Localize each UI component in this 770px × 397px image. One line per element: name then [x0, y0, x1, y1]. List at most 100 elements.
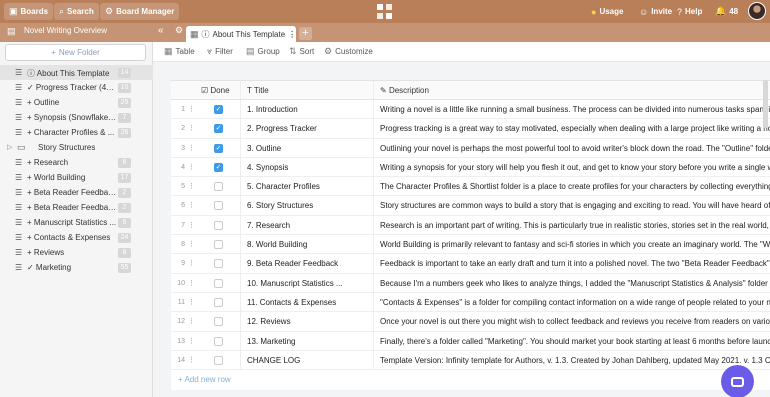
done-checkbox[interactable]	[214, 317, 223, 327]
scrollbar[interactable]	[763, 80, 768, 128]
done-cell[interactable]	[201, 196, 241, 215]
usage-button[interactable]: ● Usage	[586, 3, 628, 20]
table-row[interactable]: 6 ⋮ 6. Story Structures Story structures ar…	[171, 196, 770, 216]
drag-handle-icon[interactable]: ⋮	[188, 357, 195, 364]
done-cell[interactable]	[201, 215, 241, 235]
new-folder-button[interactable]: + New Folder	[5, 44, 146, 61]
chevron-right-icon[interactable]: ▷	[7, 143, 12, 151]
title-cell[interactable]: 13. Marketing	[241, 331, 374, 350]
notifications-button[interactable]: 🔔 48	[710, 3, 743, 20]
table-row[interactable]: 1 ⋮ ✓ 1. Introduction Writing a novel is a l…	[171, 100, 770, 120]
sidebar-item-world-building[interactable]: ☰ + World Building 17	[0, 170, 153, 185]
done-cell[interactable]: ✓	[201, 100, 241, 119]
title-cell[interactable]: 11. Contacts & Expenses	[241, 292, 374, 312]
done-checkbox[interactable]: ✓	[214, 124, 223, 134]
chat-button[interactable]	[721, 365, 754, 397]
group-button[interactable]: ▤ Group	[246, 46, 280, 57]
search-button[interactable]: ⌕ Search	[54, 3, 99, 20]
filter-button[interactable]: ⩔ Filter	[207, 46, 233, 57]
sidebar-item-beta-reader-feedback-1[interactable]: ☰ + Beta Reader Feedback... 2	[0, 185, 153, 200]
tab-about-this-template[interactable]: ▦ ⓘ About This Template ⋮	[186, 26, 296, 42]
sort-button[interactable]: ⇅ Sort	[289, 46, 314, 57]
done-checkbox[interactable]	[214, 201, 223, 211]
done-checkbox[interactable]	[214, 297, 223, 307]
title-cell[interactable]: 12. Reviews	[241, 312, 374, 331]
drag-handle-icon[interactable]: ⋮	[188, 299, 195, 306]
boards-button[interactable]: ▣ Boards	[4, 3, 54, 20]
title-cell[interactable]: 2. Progress Tracker	[241, 119, 374, 138]
table-row[interactable]: 7 ⋮ 7. Research Research is an important pa…	[171, 215, 770, 236]
drag-handle-icon[interactable]: ⋮	[188, 202, 195, 209]
done-checkbox[interactable]	[214, 336, 223, 346]
done-cell[interactable]	[201, 273, 241, 292]
table-row[interactable]: 4 ⋮ ✓ 4. Synopsis Writing a synopsis for you…	[171, 157, 770, 178]
sidebar-item-synopsis[interactable]: ☰ + Synopsis (Snowflake ... 7	[0, 110, 153, 125]
done-cell[interactable]	[201, 292, 241, 312]
drag-handle-icon[interactable]: ⋮	[188, 318, 195, 325]
done-checkbox[interactable]: ✓	[214, 105, 223, 114]
drag-handle-icon[interactable]: ⋮	[188, 106, 195, 113]
board-manager-button[interactable]: ⚙ Board Manager	[100, 3, 180, 20]
done-checkbox[interactable]: ✓	[214, 143, 223, 153]
description-cell[interactable]: Feedback is important to take an early d…	[374, 254, 770, 272]
drag-handle-icon[interactable]: ⋮	[188, 222, 195, 229]
title-cell[interactable]: 8. World Building	[241, 235, 374, 254]
sidebar-item-reviews[interactable]: ☰ + Reviews 8	[0, 245, 153, 260]
add-tab-button[interactable]: +	[299, 27, 312, 40]
description-cell[interactable]: Writing a synopsis for your story will h…	[374, 158, 770, 176]
table-row[interactable]: 12 ⋮ 12. Reviews Once your novel is out the…	[171, 312, 770, 332]
description-cell[interactable]: Story structures are common ways to buil…	[374, 196, 770, 214]
gear-icon[interactable]: ⚙	[175, 25, 183, 36]
drag-handle-icon[interactable]: ⋮	[188, 125, 195, 132]
title-cell[interactable]: 3. Outline	[241, 138, 374, 157]
drag-handle-icon[interactable]: ⋮	[188, 164, 195, 171]
table-row[interactable]: 9 ⋮ 9. Beta Reader Feedback Feedback is imp…	[171, 254, 770, 274]
title-cell[interactable]: 10. Manuscript Statistics ...	[241, 273, 374, 292]
description-cell[interactable]: Research is an important part of writing…	[374, 216, 770, 234]
sidebar-item-outline[interactable]: ☰ + Outline 25	[0, 95, 153, 110]
description-cell[interactable]: Template Version: Infinity template for …	[374, 351, 770, 369]
sidebar-item-story-structures[interactable]: ▷ ▭ Story Structures	[0, 140, 153, 155]
drag-handle-icon[interactable]: ⋮	[188, 241, 195, 248]
table-row[interactable]: 5 ⋮ 5. Character Profiles The Character Pro…	[171, 177, 770, 197]
table-view-button[interactable]: ▦ Table	[164, 46, 195, 57]
invite-button[interactable]: ☺ Invite	[634, 3, 677, 20]
table-row[interactable]: 2 ⋮ ✓ 2. Progress Tracker Progress tracking …	[171, 119, 770, 139]
drag-handle-icon[interactable]: ⋮	[188, 280, 195, 287]
table-row[interactable]: 10 ⋮ 10. Manuscript Statistics ... Because …	[171, 273, 770, 293]
description-cell[interactable]: Because I'm a numbers geek who likes to …	[374, 274, 770, 292]
description-cell[interactable]: World Building is primarily relevant to …	[374, 235, 770, 253]
drag-handle-icon[interactable]: ⋮	[188, 260, 195, 267]
done-cell[interactable]	[201, 312, 241, 331]
table-row[interactable]: 3 ⋮ ✓ 3. Outline Outlining your novel is per…	[171, 138, 770, 158]
sidebar-item-about-this-template[interactable]: ☰ ⓘ About This Template 14	[0, 65, 153, 80]
done-checkbox[interactable]	[214, 220, 223, 230]
table-row[interactable]: 8 ⋮ 8. World Building World Building is pri…	[171, 235, 770, 255]
done-cell[interactable]: ✓	[201, 157, 241, 177]
column-header-done[interactable]: ☑ Done	[201, 81, 241, 99]
help-button[interactable]: ? Help	[672, 3, 707, 20]
title-cell[interactable]: 7. Research	[241, 215, 374, 235]
drag-handle-icon[interactable]: ⋮	[188, 145, 195, 152]
sidebar-item-manuscript-statistics[interactable]: ☰ + Manuscript Statistics ... 5	[0, 215, 153, 230]
drag-handle-icon[interactable]: ⋮	[188, 338, 195, 345]
sidebar-item-character-profiles[interactable]: ☰ + Character Profiles & ... 26	[0, 125, 153, 140]
title-cell[interactable]: CHANGE LOG	[241, 350, 374, 370]
done-cell[interactable]	[201, 331, 241, 350]
title-cell[interactable]: 4. Synopsis	[241, 157, 374, 177]
done-checkbox[interactable]	[214, 182, 223, 192]
description-cell[interactable]: Writing a novel is a little like running…	[374, 100, 770, 118]
column-header-title[interactable]: T Title	[241, 81, 374, 99]
collapse-sidebar-icon[interactable]: «	[158, 25, 164, 36]
done-cell[interactable]	[201, 177, 241, 196]
table-row[interactable]: 14 ⋮ CHANGE LOG Template Version: Infinity …	[171, 350, 770, 371]
customize-button[interactable]: ⚙ Customize	[324, 46, 373, 57]
done-cell[interactable]	[201, 350, 241, 370]
done-checkbox[interactable]	[214, 278, 223, 288]
description-cell[interactable]: Once your novel is out there you might w…	[374, 312, 770, 330]
drag-handle-icon[interactable]: ⋮	[188, 183, 195, 190]
done-checkbox[interactable]	[214, 259, 223, 269]
done-cell[interactable]	[201, 254, 241, 273]
done-checkbox[interactable]	[214, 240, 223, 250]
workspace-name[interactable]: Novel Writing Overview	[24, 26, 107, 35]
